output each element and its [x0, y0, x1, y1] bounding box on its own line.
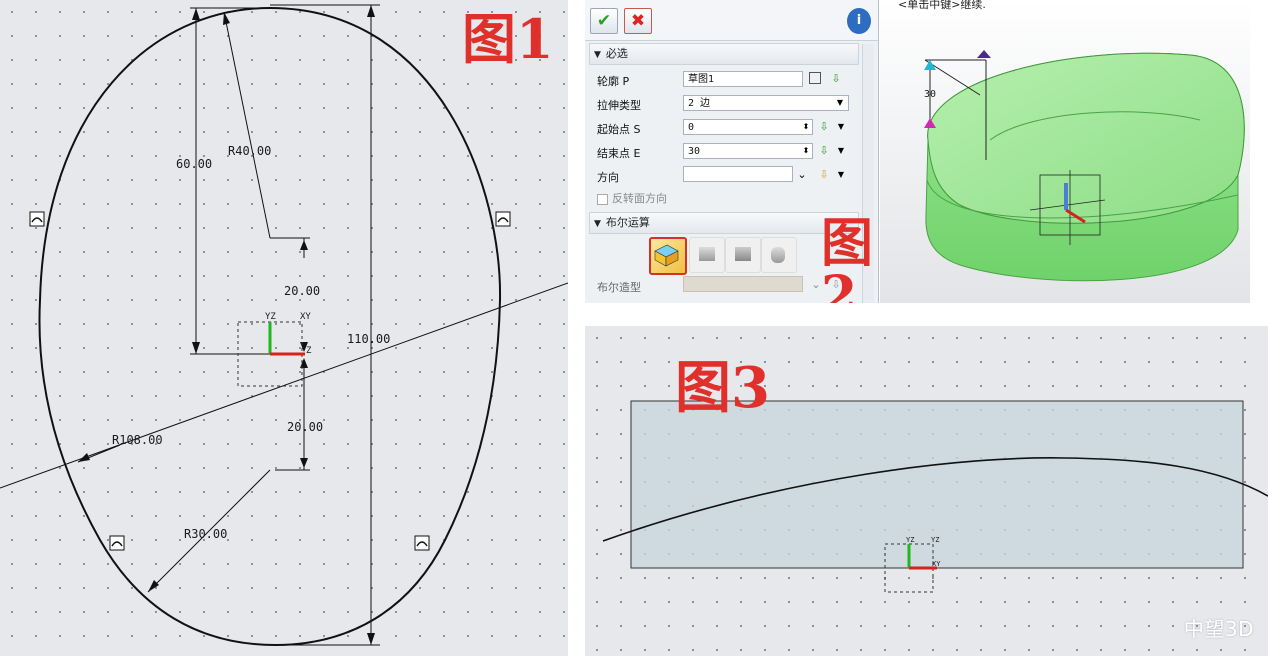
- end-point-input[interactable]: 30: [683, 143, 813, 159]
- dropdown-arrow-icon[interactable]: ▼: [833, 96, 847, 110]
- select-profile-icon[interactable]: [809, 72, 821, 84]
- subtract-shape-icon: [735, 247, 751, 261]
- axis-label-x: XY: [932, 560, 941, 568]
- info-button[interactable]: i: [847, 8, 871, 34]
- dim-r40[interactable]: R40.00: [228, 144, 271, 158]
- spinner-icon[interactable]: ⬍: [799, 144, 813, 158]
- chevron-down-icon[interactable]: ⌄: [795, 168, 809, 182]
- boolean-add-button[interactable]: [689, 237, 725, 273]
- extrude-type-select[interactable]: 2 边: [683, 95, 849, 111]
- watermark-logo: 中望3D: [1183, 617, 1254, 641]
- profile-label: 轮廓 P: [597, 75, 630, 88]
- end-point-label: 结束点 E: [597, 147, 641, 160]
- pick-icon[interactable]: ⇩: [817, 168, 831, 182]
- pick-icon[interactable]: ⇩: [829, 72, 843, 86]
- axis-label-y: YZ: [931, 536, 940, 544]
- height-dim-30[interactable]: 30: [924, 89, 936, 100]
- profile-field[interactable]: 草图1: [683, 71, 803, 87]
- sketch-drawing: [0, 4, 568, 647]
- direction-label: 方向: [597, 171, 619, 184]
- extruded-solid: [924, 50, 1245, 282]
- boolean-base-button[interactable]: [649, 237, 687, 275]
- base-shape-icon: [654, 244, 679, 267]
- add-shape-icon: [699, 247, 715, 261]
- dropdown-arrow-icon[interactable]: ▼: [834, 168, 848, 182]
- dropdown-arrow-icon[interactable]: ▼: [834, 120, 848, 134]
- axis-label-x: XY: [300, 312, 311, 322]
- extrude-type-label: 拉伸类型: [597, 99, 641, 112]
- required-section-title: 必选: [605, 47, 628, 60]
- axis-label-z: YZ: [906, 536, 915, 544]
- boolean-shape-label: 布尔造型: [597, 281, 641, 294]
- start-point-label: 起始点 S: [597, 123, 641, 136]
- boolean-intersect-button[interactable]: [761, 237, 797, 273]
- dim-110[interactable]: 110.00: [347, 332, 390, 346]
- axis-label-z: Z: [306, 346, 312, 356]
- dialog-toolbar: ✔ ✖ i: [585, 0, 878, 41]
- extrude-preview-viewport[interactable]: <单击中键>继续. 30: [880, 0, 1250, 303]
- direction-input[interactable]: [683, 166, 793, 182]
- required-section-header[interactable]: ▼ 必选: [589, 43, 859, 65]
- dim-20-upper[interactable]: 20.00: [284, 284, 320, 298]
- cancel-button[interactable]: ✖: [624, 8, 652, 34]
- collapse-arrow-icon: ▼: [594, 50, 601, 60]
- pick-icon[interactable]: ⇩: [817, 144, 831, 158]
- check-icon: ✔: [596, 11, 612, 31]
- intersect-shape-icon: [771, 247, 785, 263]
- collapse-arrow-icon: ▼: [594, 219, 601, 229]
- boolean-section-title: 布尔运算: [605, 216, 650, 229]
- reverse-label: 反转面方向: [612, 192, 667, 205]
- info-icon: i: [856, 13, 862, 28]
- spinner-icon[interactable]: ⬍: [799, 120, 813, 134]
- figure1-label: 图1: [462, 7, 554, 71]
- reverse-checkbox[interactable]: 反转面方向: [597, 190, 667, 206]
- figure3-label: 图3: [675, 355, 770, 421]
- boolean-shape-field[interactable]: [683, 276, 803, 292]
- axis-label-y: YZ: [265, 312, 276, 322]
- ok-button[interactable]: ✔: [590, 8, 618, 34]
- dim-r30[interactable]: R30.00: [184, 527, 227, 541]
- boolean-subtract-button[interactable]: [725, 237, 761, 273]
- figure2-label: 图2: [821, 213, 874, 304]
- dropdown-arrow-icon[interactable]: ▼: [834, 144, 848, 158]
- start-point-input[interactable]: 0: [683, 119, 813, 135]
- dim-r108[interactable]: R108.00: [112, 433, 163, 447]
- cross-icon: ✖: [630, 11, 646, 31]
- dim-20-lower[interactable]: 20.00: [287, 420, 323, 434]
- figure1-sketch-canvas[interactable]: 60.00 R40.00 20.00 110.00 20.00 R108.00 …: [0, 0, 568, 656]
- pick-icon[interactable]: ⇩: [817, 120, 831, 134]
- extrude-dialog: ✔ ✖ i ▼ 必选 轮廓 P 草图1 ⇩ 拉伸类型 2 边 ▼ 起始点 S 0 …: [585, 0, 879, 303]
- dim-60[interactable]: 60.00: [176, 157, 212, 171]
- figure3-viewport[interactable]: YZ YZ XY 图3 中望3D: [585, 326, 1268, 656]
- boolean-section-header[interactable]: ▼ 布尔运算: [589, 212, 859, 234]
